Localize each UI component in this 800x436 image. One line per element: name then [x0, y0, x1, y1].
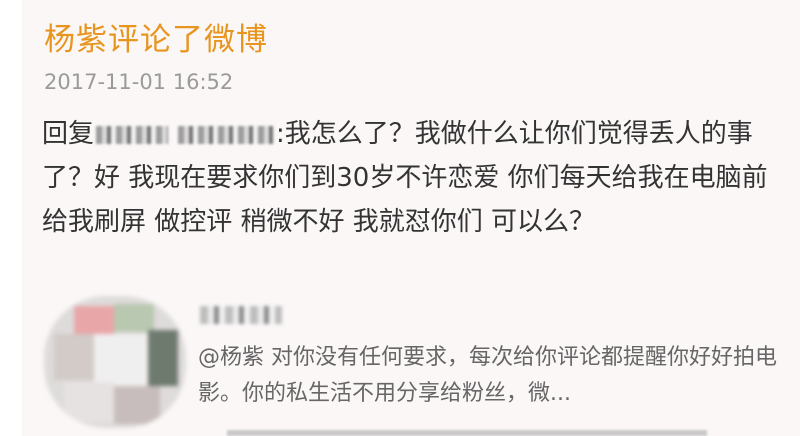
- timestamp: 2017-11-01 16:52: [44, 70, 234, 94]
- comment-text: 回复:我怎么了？我做什么让你们觉得丢人的事了？好 我现在要求你们到30岁不许恋爱…: [42, 112, 787, 244]
- redacted-username: [178, 125, 275, 144]
- redacted-username: [96, 125, 169, 144]
- activity-title[interactable]: 杨紫评论了微博: [44, 14, 268, 59]
- avatar[interactable]: [44, 296, 186, 428]
- weibo-comment-card: 杨紫评论了微博 2017-11-01 16:52 回复:我怎么了？我做什么让你们…: [22, 0, 800, 436]
- divider: [227, 430, 707, 436]
- redacted-reply-username: [200, 306, 282, 324]
- reply-prefix: 回复: [42, 119, 95, 149]
- reply-text: @杨紫 对你没有任何要求，每次给你评论都提醒你好好拍电影。你的私生活不用分享给粉…: [198, 345, 777, 406]
